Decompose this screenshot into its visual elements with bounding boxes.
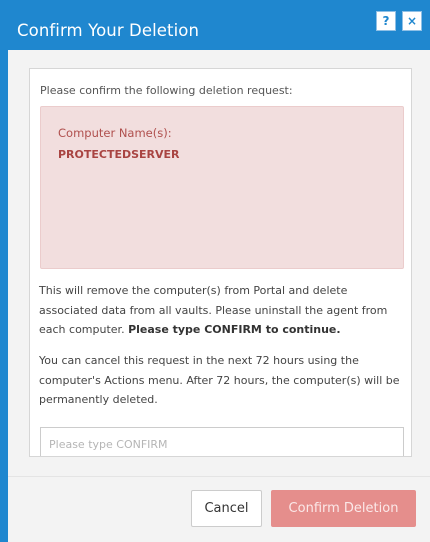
- warning-text: This will remove the computer(s) from Po…: [39, 281, 407, 340]
- confirm-deletion-dialog: Confirm Your Deletion ? × Please confirm…: [8, 0, 430, 542]
- help-icon[interactable]: ?: [376, 11, 396, 31]
- confirm-deletion-button[interactable]: Confirm Deletion: [271, 490, 416, 527]
- close-icon[interactable]: ×: [402, 11, 422, 31]
- computer-names-alert: Computer Name(s): PROTECTEDSERVER: [40, 106, 404, 269]
- computer-names-label: Computer Name(s):: [58, 126, 172, 140]
- dialog-title: Confirm Your Deletion: [17, 21, 200, 40]
- confirm-input[interactable]: [40, 427, 404, 456]
- warning-text-strong: Please type CONFIRM to continue.: [128, 323, 341, 336]
- intro-text: Please confirm the following deletion re…: [40, 84, 293, 97]
- cancel-note-text: You can cancel this request in the next …: [39, 354, 400, 406]
- footer-divider: [8, 476, 430, 477]
- computer-name-value: PROTECTEDSERVER: [58, 148, 180, 161]
- dialog-titlebar: Confirm Your Deletion ? ×: [8, 0, 430, 50]
- cancel-button[interactable]: Cancel: [191, 490, 262, 527]
- deletion-panel: Please confirm the following deletion re…: [29, 68, 412, 457]
